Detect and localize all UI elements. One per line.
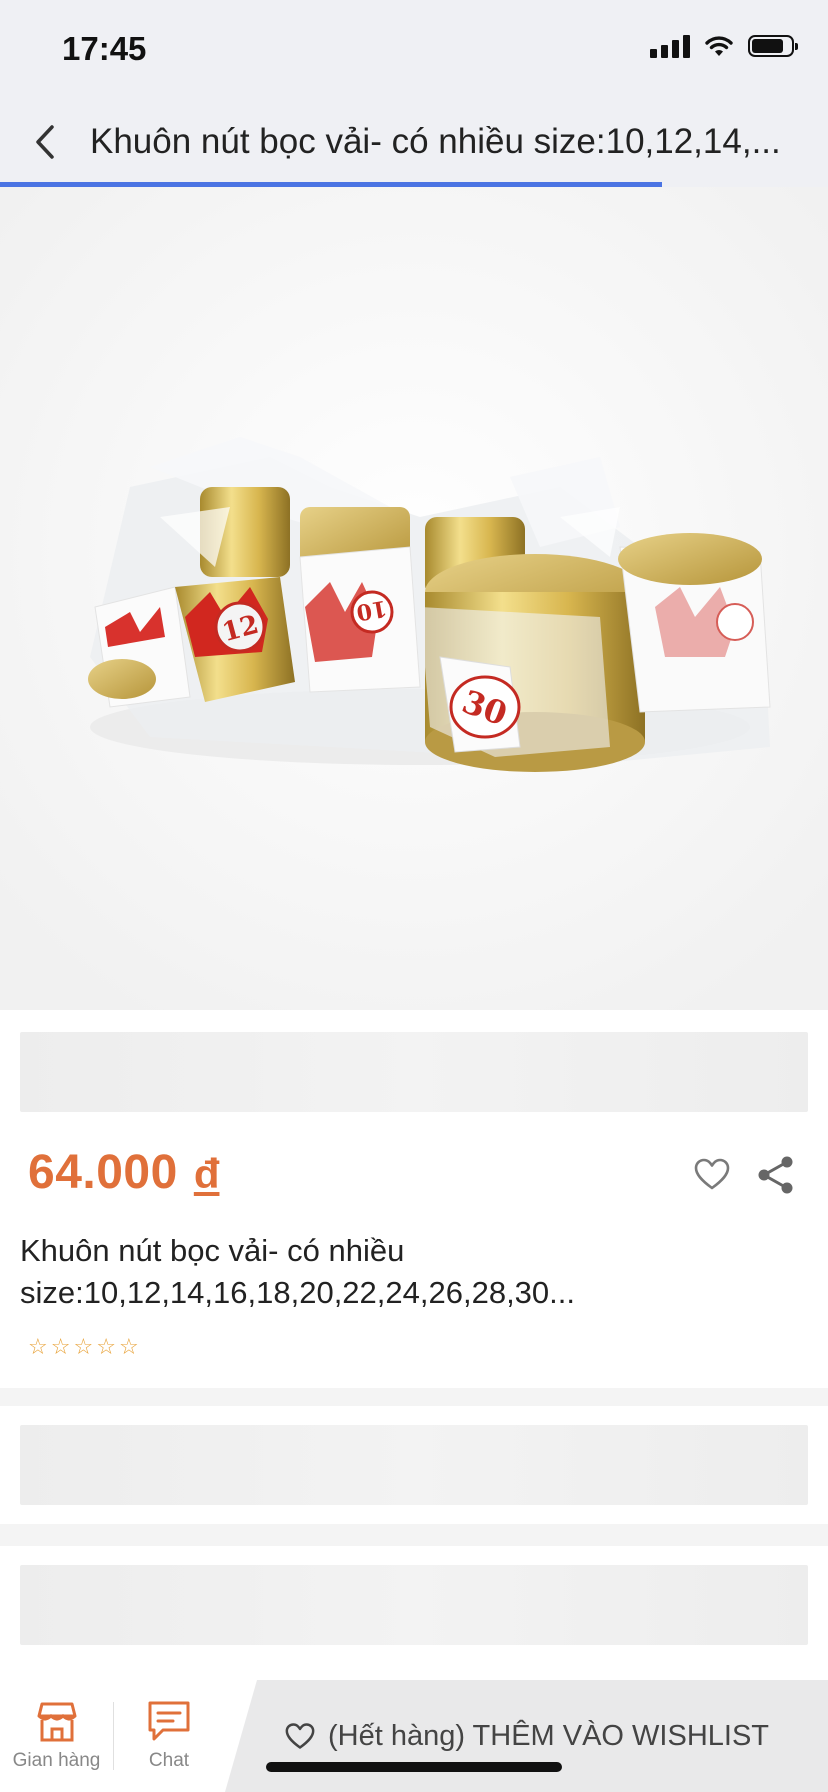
add-to-wishlist-button[interactable]: (Hết hàng) THÊM VÀO WISHLIST [225, 1680, 828, 1792]
store-tab[interactable]: Gian hàng [0, 1680, 113, 1792]
chat-tab-label: Chat [148, 1750, 190, 1771]
product-photo: 12 10 30 [0, 187, 828, 1010]
price-row: 64.000 đ [28, 1145, 219, 1200]
product-image[interactable]: 12 10 30 [0, 187, 828, 1010]
product-name-line-1: Khuôn nút bọc vải- có nhiều [20, 1233, 405, 1268]
heart-icon[interactable] [693, 1157, 731, 1191]
star-icon: ☆ [118, 1334, 139, 1359]
chat-tab[interactable]: Chat [114, 1680, 224, 1792]
store-tab-label: Gian hàng [12, 1750, 101, 1771]
star-icon: ☆ [96, 1334, 116, 1359]
chat-icon [148, 1701, 190, 1741]
share-icon[interactable] [756, 1154, 796, 1196]
star-icon: ☆ [73, 1334, 94, 1359]
heart-outline-icon [285, 1723, 315, 1749]
box-size-label-10: 10 [354, 595, 389, 626]
status-bar: 17:45 [0, 0, 828, 100]
store-icon [37, 1702, 76, 1742]
star-icon: ☆ [28, 1334, 48, 1359]
product-name: Khuôn nút bọc vải- có nhiều size:10,12,1… [20, 1230, 800, 1314]
nav-bar: Khuôn nút bọc vải- có nhiều size:10,12,1… [0, 100, 828, 184]
status-icons [650, 34, 798, 58]
battery-icon [748, 35, 798, 57]
loading-placeholder [20, 1032, 808, 1112]
back-arrow-icon [36, 125, 54, 159]
cellular-signal-icon [650, 34, 690, 58]
wifi-icon [705, 36, 733, 56]
bottom-action-bar: Gian hàng Chat (Hết hàng) THÊM VÀO WISHL… [0, 1680, 828, 1792]
page-title: Khuôn nút bọc vải- có nhiều size:10,12,1… [90, 122, 781, 161]
product-price: 64.000 [28, 1146, 178, 1199]
currency-symbol: đ [193, 1150, 220, 1197]
loading-placeholder [20, 1565, 808, 1645]
product-name-line-2: size:10,12,14,16,18,20,22,24,26,28,30... [20, 1275, 576, 1310]
home-indicator [266, 1762, 562, 1772]
wishlist-button-label: (Hết hàng) THÊM VÀO WISHLIST [327, 1719, 770, 1752]
loading-placeholder [20, 1425, 808, 1505]
rating-stars: ☆ ☆ ☆ ☆ ☆ [28, 1336, 139, 1358]
status-time: 17:45 [62, 30, 147, 67]
star-icon: ☆ [50, 1334, 71, 1359]
back-button[interactable] [0, 100, 90, 184]
